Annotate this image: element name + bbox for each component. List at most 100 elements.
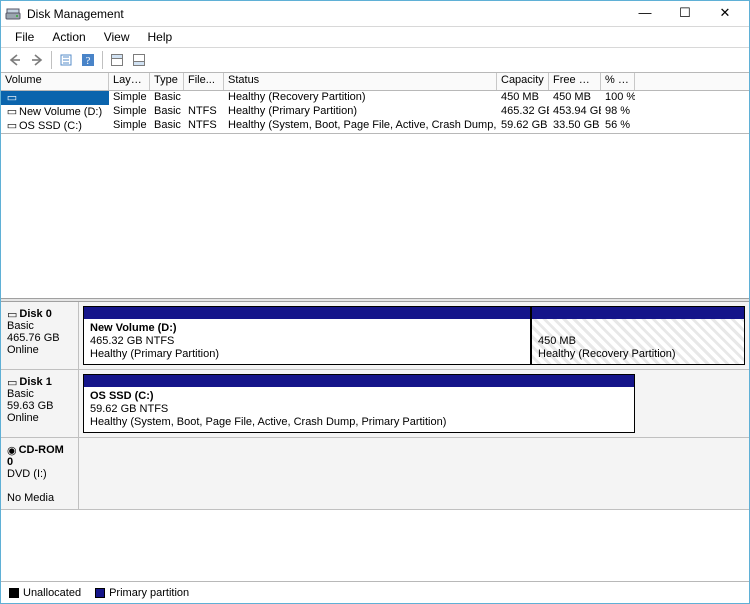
menu-file[interactable]: File [7, 28, 42, 46]
cell-fs: NTFS [184, 119, 224, 133]
help-button[interactable]: ? [78, 50, 98, 70]
maximize-button[interactable]: ☐ [665, 3, 705, 25]
disk-state: No Media [7, 492, 54, 504]
partition-status: Healthy (Recovery Partition) [538, 348, 676, 360]
disk-map: New Volume (D:) 465.32 GB NTFS Healthy (… [79, 302, 749, 369]
toolbar: ? [1, 48, 749, 73]
volume-icon: ▭ [5, 91, 19, 104]
partition-title: OS SSD (C:) [90, 390, 154, 402]
cell-pfree: 56 % [601, 119, 635, 133]
legend-primary-label: Primary partition [109, 587, 189, 599]
cell-pfree: 98 % [601, 105, 635, 119]
col-status[interactable]: Status [224, 73, 497, 90]
cell-status: Healthy (Primary Partition) [224, 105, 497, 119]
disk-label: ◉CD-ROM 0 DVD (I:) No Media [1, 438, 79, 509]
close-button[interactable]: ✕ [705, 3, 745, 25]
cell-status: Healthy (Recovery Partition) [224, 91, 497, 105]
cell-pfree: 100 % [601, 91, 635, 105]
disk-label: ▭Disk 0 Basic 465.76 GB Online [1, 302, 79, 369]
partition-band [84, 375, 634, 387]
disk-name: Disk 0 [19, 308, 51, 320]
view-top-button[interactable] [107, 50, 127, 70]
partition-sub: 59.62 GB NTFS [90, 403, 168, 415]
cell-capacity: 450 MB [497, 91, 549, 105]
col-type[interactable]: Type [150, 73, 184, 90]
col-capacity[interactable]: Capacity [497, 73, 549, 90]
table-row[interactable]: ▭ Simple Basic Healthy (Recovery Partiti… [1, 91, 749, 105]
app-icon [5, 6, 21, 22]
disk-icon: ▭ [7, 376, 17, 389]
col-filesystem[interactable]: File... [184, 73, 224, 90]
swatch-primary-icon [95, 588, 105, 598]
forward-button[interactable] [27, 50, 47, 70]
col-volume[interactable]: Volume [1, 73, 109, 90]
disk-management-window: Disk Management — ☐ ✕ File Action View H… [0, 0, 750, 604]
back-button[interactable] [5, 50, 25, 70]
cell-type: Basic [150, 119, 184, 133]
cell-capacity: 465.32 GB [497, 105, 549, 119]
disk-icon: ▭ [7, 308, 17, 321]
swatch-unallocated-icon [9, 588, 19, 598]
disk-state: Online [7, 412, 39, 424]
toolbar-separator [51, 51, 52, 69]
partition-os-ssd-c[interactable]: OS SSD (C:) 59.62 GB NTFS Healthy (Syste… [83, 374, 635, 433]
table-row[interactable]: ▭New Volume (D:) Simple Basic NTFS Healt… [1, 105, 749, 119]
volume-grid: Volume Layout Type File... Status Capaci… [1, 73, 749, 134]
svg-text:?: ? [86, 55, 91, 67]
col-layout[interactable]: Layout [109, 73, 150, 90]
cell-free: 450 MB [549, 91, 601, 105]
partition-band [84, 307, 530, 319]
partition-band [532, 307, 744, 319]
partition-recovery[interactable]: 450 MB Healthy (Recovery Partition) [531, 306, 745, 365]
disk-map: OS SSD (C:) 59.62 GB NTFS Healthy (Syste… [79, 370, 749, 437]
minimize-button[interactable]: — [625, 3, 665, 25]
legend-unallocated-label: Unallocated [23, 587, 81, 599]
cell-status: Healthy (System, Boot, Page File, Active… [224, 119, 497, 133]
col-percent-free[interactable]: % F... [601, 73, 635, 90]
partition-sub: 450 MB [538, 335, 576, 347]
disk-row-1[interactable]: ▭Disk 1 Basic 59.63 GB Online OS SSD (C:… [1, 370, 749, 438]
disk-size: 465.76 GB [7, 332, 60, 344]
cell-layout: Simple [109, 119, 150, 133]
volume-icon: ▭ [5, 119, 19, 132]
legend: Unallocated Primary partition [1, 581, 749, 603]
grid-body: ▭ Simple Basic Healthy (Recovery Partiti… [1, 91, 749, 133]
disk-map [79, 438, 749, 509]
volume-name: New Volume (D:) [19, 106, 102, 118]
table-row[interactable]: ▭OS SSD (C:) Simple Basic NTFS Healthy (… [1, 119, 749, 133]
cell-type: Basic [150, 91, 184, 105]
menu-view[interactable]: View [96, 28, 138, 46]
title-bar: Disk Management — ☐ ✕ [1, 1, 749, 27]
disk-name: Disk 1 [19, 376, 51, 388]
disk-type: Basic [7, 388, 34, 400]
volume-list-pane: Volume Layout Type File... Status Capaci… [1, 73, 749, 298]
disk-type: DVD (I:) [7, 468, 47, 480]
menu-help[interactable]: Help [140, 28, 181, 46]
menu-bar: File Action View Help [1, 27, 749, 48]
window-controls: — ☐ ✕ [625, 3, 745, 25]
refresh-button[interactable] [56, 50, 76, 70]
disk-row-0[interactable]: ▭Disk 0 Basic 465.76 GB Online New Volum… [1, 302, 749, 370]
disk-size: 59.63 GB [7, 400, 53, 412]
toolbar-separator [102, 51, 103, 69]
cell-fs: NTFS [184, 105, 224, 119]
window-title: Disk Management [27, 7, 625, 21]
partition-title: New Volume (D:) [90, 322, 177, 334]
disk-row-cdrom[interactable]: ◉CD-ROM 0 DVD (I:) No Media [1, 438, 749, 510]
menu-action[interactable]: Action [44, 28, 93, 46]
legend-unallocated: Unallocated [9, 587, 81, 599]
col-free-space[interactable]: Free Sp... [549, 73, 601, 90]
cell-capacity: 59.62 GB [497, 119, 549, 133]
disk-label: ▭Disk 1 Basic 59.63 GB Online [1, 370, 79, 437]
cell-layout: Simple [109, 105, 150, 119]
cell-type: Basic [150, 105, 184, 119]
volume-name: OS SSD (C:) [19, 120, 82, 132]
disk-type: Basic [7, 320, 34, 332]
cell-free: 33.50 GB [549, 119, 601, 133]
graphical-view-pane: ▭Disk 0 Basic 465.76 GB Online New Volum… [1, 302, 749, 581]
legend-primary: Primary partition [95, 587, 189, 599]
partition-sub: 465.32 GB NTFS [90, 335, 174, 347]
partition-new-volume-d[interactable]: New Volume (D:) 465.32 GB NTFS Healthy (… [83, 306, 531, 365]
grid-header: Volume Layout Type File... Status Capaci… [1, 73, 749, 91]
view-bottom-button[interactable] [129, 50, 149, 70]
